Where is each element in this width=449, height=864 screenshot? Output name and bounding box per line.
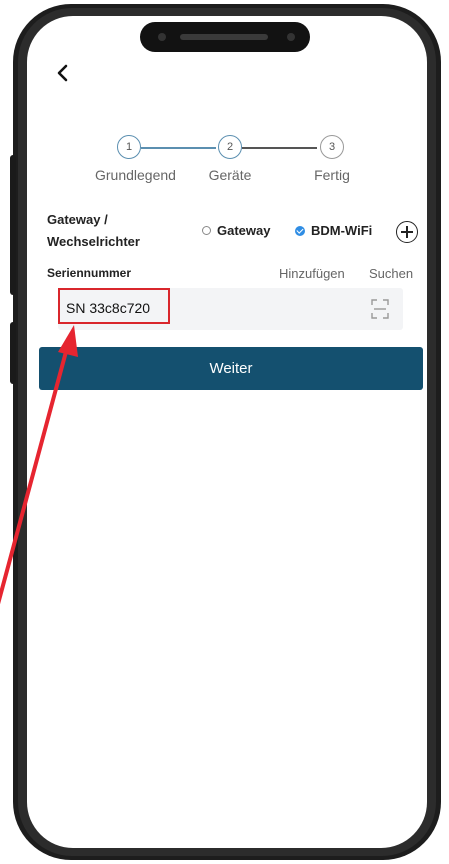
radio-gateway-label: Gateway (217, 223, 271, 238)
speaker-grill (180, 34, 268, 40)
radio-bdm-wifi-label: BDM-WiFi (311, 223, 373, 238)
scan-icon[interactable] (371, 299, 389, 319)
add-device-button[interactable] (396, 221, 418, 243)
radio-bdm-wifi[interactable]: BDM-WiFi (295, 223, 372, 238)
serial-value: SN 33c8c720 (66, 300, 151, 316)
radio-unchecked-icon (202, 226, 211, 235)
gateway-label-line2: Wechselrichter (47, 234, 140, 249)
next-button[interactable]: Weiter (39, 347, 423, 390)
gateway-label-line1: Gateway / (47, 212, 108, 227)
phone-side-button (10, 322, 16, 384)
camera-dot (158, 33, 166, 41)
phone-side-button (10, 155, 16, 295)
step-2: 2 Geräte (196, 135, 264, 183)
step-3: 3 Fertig (298, 135, 366, 183)
back-button[interactable] (54, 60, 78, 88)
radio-gateway[interactable]: Gateway (202, 223, 270, 238)
step-number: 2 (218, 135, 242, 159)
sensor-dot (287, 33, 295, 41)
step-label: Geräte (208, 167, 252, 183)
step-label: Fertig (314, 167, 350, 183)
chevron-left-icon (57, 64, 68, 82)
step-number: 1 (117, 135, 141, 159)
add-serial-link[interactable]: Hinzufügen (279, 266, 345, 281)
step-label: Grundlegend (95, 167, 176, 183)
search-link[interactable]: Suchen (369, 266, 413, 281)
step-1: 1 Grundlegend (95, 135, 176, 183)
phone-notch (140, 22, 310, 52)
step-number: 3 (320, 135, 344, 159)
radio-checked-icon (295, 225, 305, 236)
serial-label: Seriennummer (47, 266, 132, 280)
